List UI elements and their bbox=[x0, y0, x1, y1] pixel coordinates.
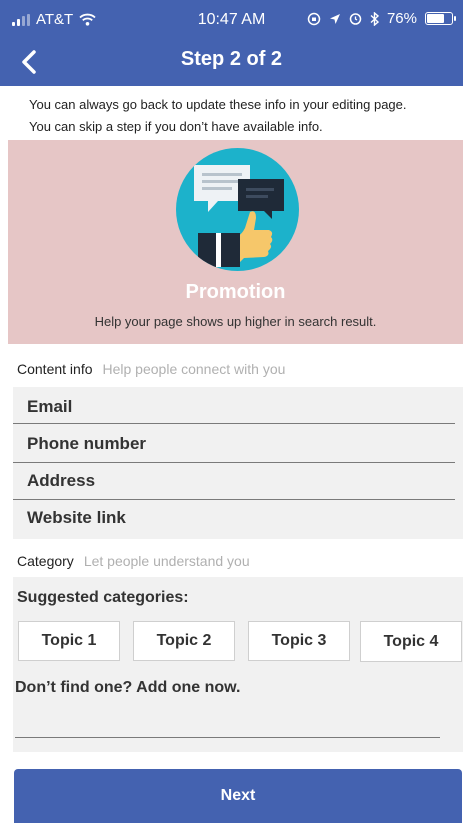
tip-line: You can skip a step if you don’t have av… bbox=[29, 119, 323, 134]
topic-button-3[interactable]: Topic 3 bbox=[248, 621, 350, 661]
field-divider bbox=[13, 423, 455, 424]
status-icons: 76% bbox=[307, 10, 456, 27]
section-title: Category bbox=[17, 553, 74, 569]
content-info-fields: Email Phone number Address Website link bbox=[13, 387, 463, 539]
page-title: Step 2 of 2 bbox=[180, 48, 283, 70]
add-category-input[interactable] bbox=[15, 706, 440, 738]
alarm-icon bbox=[349, 13, 362, 25]
battery-level bbox=[427, 14, 445, 23]
topic-button-1[interactable]: Topic 1 bbox=[18, 621, 120, 661]
add-category-label: Don’t find one? Add one now. bbox=[15, 679, 241, 696]
topic-button-2[interactable]: Topic 2 bbox=[133, 621, 235, 661]
app-header: AT&T 10:47 AM 76% Step 2 of 2 bbox=[0, 0, 463, 86]
promotion-illustration-icon bbox=[176, 148, 299, 271]
phone-number-field[interactable]: Phone number bbox=[27, 434, 146, 454]
promotion-title: Promotion bbox=[185, 281, 286, 303]
topic-button-4[interactable]: Topic 4 bbox=[360, 621, 462, 662]
bluetooth-icon bbox=[370, 11, 379, 26]
rotation-lock-icon bbox=[307, 12, 321, 25]
next-button[interactable]: Next bbox=[14, 769, 462, 823]
battery-percent: 76% bbox=[386, 10, 417, 27]
suggested-categories-label: Suggested categories: bbox=[17, 589, 189, 606]
content-info-label: Content info Help people connect with you bbox=[17, 361, 285, 377]
tip-line: You can always go back to update these i… bbox=[29, 97, 407, 112]
status-bar: AT&T 10:47 AM 76% bbox=[0, 0, 463, 34]
section-hint: Help people connect with you bbox=[102, 361, 286, 377]
promotion-subtitle: Help your page shows up higher in search… bbox=[94, 314, 377, 329]
address-field[interactable]: Address bbox=[27, 471, 95, 491]
battery-icon bbox=[425, 12, 456, 25]
section-title: Content info bbox=[17, 361, 93, 377]
promotion-banner: Promotion Help your page shows up higher… bbox=[8, 140, 463, 344]
field-divider bbox=[13, 462, 455, 463]
location-icon bbox=[329, 13, 340, 24]
tips-text: You can always go back to update these i… bbox=[0, 86, 463, 140]
section-hint: Let people understand you bbox=[83, 553, 250, 569]
email-field[interactable]: Email bbox=[27, 397, 72, 417]
category-label: Category Let people understand you bbox=[17, 553, 250, 569]
field-divider bbox=[13, 499, 455, 500]
website-link-field[interactable]: Website link bbox=[27, 508, 126, 528]
